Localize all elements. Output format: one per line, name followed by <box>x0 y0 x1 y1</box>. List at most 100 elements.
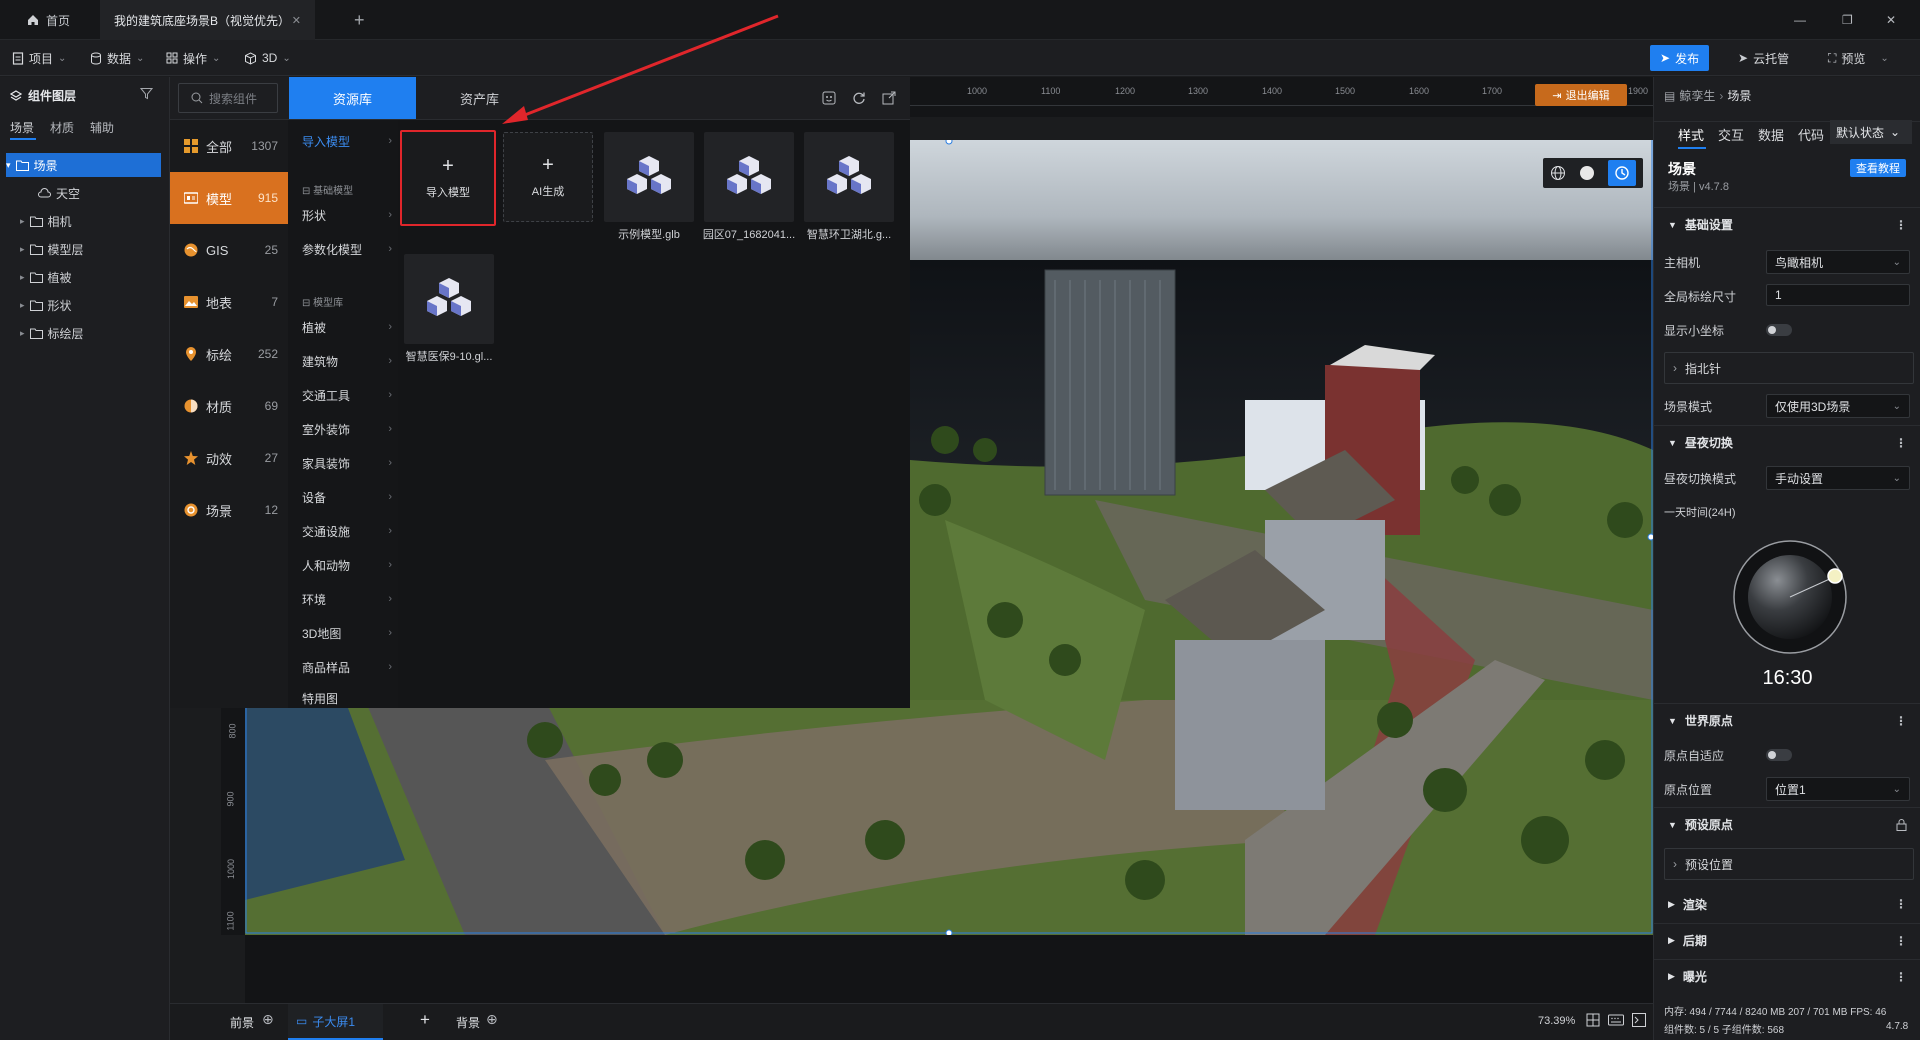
section-exposure[interactable]: ▶ 曝光 ⋮ <box>1654 959 1920 993</box>
tab-layers-material[interactable]: 材质 <box>50 119 74 136</box>
model-tile[interactable] <box>804 132 894 222</box>
menu-project[interactable]: 项目 ⌄ <box>12 48 66 68</box>
ai-generate-tile[interactable]: + AI生成 <box>503 132 593 222</box>
day-mode-select[interactable]: 手动设置 ⌄ <box>1766 466 1910 490</box>
tab-layers-scene[interactable]: 场景 <box>10 119 34 136</box>
add-tab-button[interactable]: + <box>340 0 379 40</box>
tree-item-vegetation[interactable]: ▸ 植被 <box>6 265 161 289</box>
fit-screen-icon[interactable] <box>1586 1013 1600 1027</box>
time-dial[interactable] <box>1732 539 1848 655</box>
compass-row[interactable]: › 指北针 <box>1664 352 1914 384</box>
category-terrain[interactable]: 地表 7 <box>170 276 288 328</box>
sub-lib-item[interactable]: 人和动物 › <box>302 554 392 576</box>
search-input[interactable]: 搜索组件 <box>178 83 278 113</box>
more-icon[interactable]: ⋮ <box>1895 218 1907 232</box>
close-tab-icon[interactable]: ✕ <box>292 14 301 27</box>
add-circle-icon[interactable]: ⊕ <box>262 1011 274 1028</box>
tab-code[interactable]: 代码 <box>1798 125 1824 144</box>
add-circle-icon[interactable]: ⊕ <box>486 1011 498 1028</box>
model-tile[interactable] <box>604 132 694 222</box>
background-label[interactable]: 背景 <box>456 1014 480 1031</box>
orbit-icon[interactable] <box>1608 160 1637 186</box>
add-screen-button[interactable]: + <box>420 1010 430 1030</box>
section-preset-origin[interactable]: ▼ 预设原点 <box>1654 807 1920 841</box>
tab-resource-library[interactable]: 资源库 <box>289 77 416 119</box>
category-material[interactable]: 材质 69 <box>170 380 288 432</box>
sub-lib-item[interactable]: 交通设施 › <box>302 520 392 542</box>
more-icon[interactable]: ⋮ <box>1895 897 1907 911</box>
child-screen-tab[interactable]: ▭ 子大屏1 <box>288 1004 383 1040</box>
cloud-host-button[interactable]: ➤ 云托管 <box>1738 48 1789 68</box>
tab-layers-helper[interactable]: 辅助 <box>90 119 114 136</box>
refresh-icon[interactable] <box>852 91 866 105</box>
model-tile[interactable] <box>404 254 494 344</box>
category-gis[interactable]: GIS 25 <box>170 224 288 276</box>
preset-position-row[interactable]: › 预设位置 <box>1664 848 1914 880</box>
sub-lib-item[interactable]: 交通工具 › <box>302 384 392 406</box>
more-icon[interactable]: ⋮ <box>1895 934 1907 948</box>
tutorial-button[interactable]: 查看教程 <box>1850 159 1906 177</box>
category-plot[interactable]: 标绘 252 <box>170 328 288 380</box>
global-scale-input[interactable]: 1 <box>1766 284 1910 306</box>
section-render[interactable]: ▶ 渲染 ⋮ <box>1654 887 1920 921</box>
tree-item-camera[interactable]: ▸ 相机 <box>6 209 161 233</box>
section-post[interactable]: ▶ 后期 ⋮ <box>1654 923 1920 957</box>
filter-icon[interactable] <box>140 87 153 100</box>
state-select[interactable]: 默认状态 ⌄ <box>1830 120 1912 144</box>
keyboard-icon[interactable] <box>1608 1013 1624 1027</box>
more-icon[interactable]: ⋮ <box>1895 970 1907 984</box>
close-window-button[interactable]: ✕ <box>1872 0 1910 40</box>
main-camera-select[interactable]: 鸟瞰相机 ⌄ <box>1766 250 1910 274</box>
model-tile[interactable] <box>704 132 794 222</box>
sub-parametric[interactable]: 参数化模型 › <box>302 238 392 260</box>
category-model[interactable]: 模型 915 <box>170 172 288 224</box>
ai-chat-icon[interactable] <box>822 91 836 105</box>
sub-lib-item[interactable]: 商品样品 › <box>302 656 392 678</box>
tree-item-shape[interactable]: ▸ 形状 <box>6 293 161 317</box>
globe-icon[interactable] <box>1550 165 1566 181</box>
menu-3d[interactable]: 3D ⌄ <box>244 48 291 68</box>
sub-lib-item[interactable]: 室外装饰 › <box>302 418 392 440</box>
breadcrumb-root[interactable]: 鲸孪生 <box>1679 87 1715 104</box>
tree-item-model-layer[interactable]: ▸ 模型层 <box>6 237 161 261</box>
scene-mode-select[interactable]: 仅使用3D场景 ⌄ <box>1766 394 1910 418</box>
category-all[interactable]: 全部 1307 <box>170 120 288 172</box>
foreground-label[interactable]: 前景 <box>230 1014 254 1031</box>
tab-data[interactable]: 数据 <box>1758 125 1784 144</box>
terminal-icon[interactable] <box>1632 1013 1646 1027</box>
category-effect[interactable]: 动效 27 <box>170 432 288 484</box>
minimize-button[interactable]: — <box>1780 0 1820 40</box>
more-icon[interactable]: ⋮ <box>1895 436 1907 450</box>
sphere-icon[interactable] <box>1579 165 1595 181</box>
menu-data[interactable]: 数据 ⌄ <box>90 48 144 68</box>
tab-interaction[interactable]: 交互 <box>1718 125 1744 144</box>
sub-lib-item[interactable]: 植被 › <box>302 316 392 338</box>
tab-style[interactable]: 样式 <box>1678 125 1704 144</box>
zoom-level[interactable]: 73.39% <box>1538 1015 1575 1027</box>
publish-button[interactable]: ➤ 发布 <box>1650 45 1710 71</box>
restore-button[interactable]: ❐ <box>1828 0 1867 40</box>
origin-pos-select[interactable]: 位置1 ⌄ <box>1766 777 1910 801</box>
sub-lib-item[interactable]: 特用图 <box>302 690 392 708</box>
section-basic[interactable]: ▼ 基础设置 ⋮ <box>1654 207 1920 241</box>
sub-lib-item[interactable]: 建筑物 › <box>302 350 392 372</box>
show-axis-toggle[interactable] <box>1766 324 1792 336</box>
tree-item-scene[interactable]: ▾ 场景 <box>6 153 161 177</box>
chevron-down-icon[interactable]: ⌄ <box>1880 53 1888 64</box>
section-day-night[interactable]: ▼ 昼夜切换 ⋮ <box>1654 425 1920 459</box>
sub-lib-item[interactable]: 3D地图 › <box>302 622 392 644</box>
section-world-origin[interactable]: ▼ 世界原点 ⋮ <box>1654 703 1920 737</box>
category-scene[interactable]: 场景 12 <box>170 484 288 536</box>
sub-lib-item[interactable]: 环境 › <box>302 588 392 610</box>
preview-button[interactable]: ⛶ 预览 ⌄ <box>1828 48 1889 68</box>
sub-lib-item[interactable]: 家具装饰 › <box>302 452 392 474</box>
lock-icon[interactable] <box>1896 818 1907 831</box>
more-icon[interactable]: ⋮ <box>1895 714 1907 728</box>
menu-operate[interactable]: 操作 ⌄ <box>166 48 220 68</box>
sub-import-model[interactable]: 导入模型 › <box>302 130 392 152</box>
tab-home[interactable]: 首页 <box>12 0 84 40</box>
tree-item-plot-layer[interactable]: ▸ 标绘层 <box>6 321 161 345</box>
tree-item-sky[interactable]: 天空 <box>6 181 161 205</box>
tab-scene[interactable]: 我的建筑底座场景B（视觉优先） ✕ <box>100 0 315 40</box>
external-link-icon[interactable] <box>882 91 896 105</box>
